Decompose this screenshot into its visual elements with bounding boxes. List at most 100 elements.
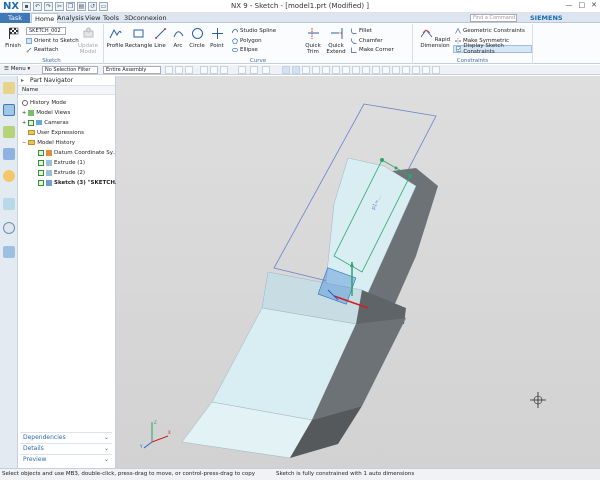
face-snap-icon[interactable] bbox=[412, 66, 420, 74]
sketch-midpoint[interactable] bbox=[394, 166, 398, 170]
chamfer-button[interactable]: Chamfer bbox=[351, 37, 383, 45]
geometric-constraints-button[interactable]: Geometric Constraints bbox=[455, 27, 525, 35]
perpendicular-snap-icon[interactable] bbox=[372, 66, 380, 74]
constraint-navigator-icon[interactable] bbox=[3, 126, 15, 138]
menu-button[interactable]: ☰ Menu ▾ bbox=[4, 66, 30, 72]
orient-to-sketch-button[interactable]: Orient to Sketch bbox=[26, 37, 79, 45]
redo-icon[interactable]: ↷ bbox=[44, 2, 53, 11]
minimize-icon[interactable]: — bbox=[566, 1, 573, 9]
maximize-icon[interactable]: □ bbox=[579, 1, 586, 9]
snap-mid-icon[interactable] bbox=[220, 66, 228, 74]
column-header-name[interactable]: Name bbox=[18, 86, 115, 95]
nav-sketch-3[interactable]: Sketch (3) "SKETCH... bbox=[38, 178, 121, 187]
fillet-button[interactable]: Fillet bbox=[351, 27, 372, 35]
sketch-vertex[interactable] bbox=[380, 158, 384, 162]
checkbox-icon[interactable] bbox=[28, 119, 35, 126]
zoom-icon[interactable] bbox=[250, 66, 258, 74]
update-model-button[interactable]: Update Model bbox=[76, 27, 100, 55]
curve-snap-icon[interactable] bbox=[292, 66, 300, 74]
nav-model-views[interactable]: + Model Views bbox=[22, 108, 70, 117]
sketch-name-select[interactable]: SKETCH_002 bbox=[26, 27, 66, 35]
existing-point-icon[interactable] bbox=[352, 66, 360, 74]
sketch-vertex[interactable] bbox=[408, 174, 412, 178]
collapse-icon[interactable]: − bbox=[22, 140, 26, 146]
nav-extrude-1[interactable]: Extrude (1) bbox=[38, 158, 85, 167]
center-snap-icon[interactable] bbox=[322, 66, 330, 74]
rectangle-button[interactable]: Rectangle bbox=[125, 27, 152, 49]
finish-button[interactable]: Finish bbox=[3, 27, 23, 49]
angle-snap-icon[interactable] bbox=[382, 66, 390, 74]
find-command-input[interactable]: Find a Command bbox=[470, 14, 517, 22]
repeat-icon[interactable]: ↺ bbox=[88, 2, 97, 11]
nav-model-history[interactable]: − Model History bbox=[22, 138, 75, 147]
roles-icon[interactable] bbox=[3, 246, 15, 258]
details-section[interactable]: Details ⌄ bbox=[20, 443, 112, 453]
close-icon[interactable]: ✕ bbox=[591, 1, 597, 9]
assembly-navigator-icon[interactable] bbox=[3, 104, 15, 116]
nav-cameras[interactable]: + Cameras bbox=[22, 118, 69, 127]
checkbox-icon[interactable] bbox=[38, 169, 44, 176]
nav-user-expressions[interactable]: User Expressions bbox=[28, 128, 84, 137]
point-snap-icon[interactable] bbox=[302, 66, 310, 74]
save-icon[interactable]: ▪ bbox=[22, 2, 31, 11]
tangent-snap-icon[interactable] bbox=[362, 66, 370, 74]
studio-spline-button[interactable]: Studio Spline bbox=[232, 27, 276, 35]
arc-center-icon[interactable] bbox=[402, 66, 410, 74]
graphics-window[interactable]: p1=... Z X Y bbox=[116, 76, 600, 468]
dependencies-section[interactable]: Dependencies ⌄ bbox=[20, 432, 112, 442]
copy-icon[interactable]: ❐ bbox=[66, 2, 75, 11]
rapid-dimension-button[interactable]: Rapid Dimension bbox=[419, 27, 451, 49]
checkbox-icon[interactable] bbox=[38, 159, 44, 166]
paste-icon[interactable]: ▤ bbox=[77, 2, 86, 11]
display-sketch-constraints-button[interactable]: Display Sketch Constraints bbox=[453, 43, 532, 55]
assembly-scope-select[interactable]: Entire Assembly bbox=[103, 66, 161, 74]
arc-button[interactable]: Arc bbox=[170, 27, 186, 49]
snap-end-icon[interactable] bbox=[210, 66, 218, 74]
history-icon[interactable] bbox=[3, 222, 15, 234]
web-browser-icon[interactable] bbox=[3, 198, 15, 210]
circle-button[interactable]: Circle bbox=[188, 27, 206, 49]
box-select-icon[interactable] bbox=[185, 66, 193, 74]
bounded-grid-icon[interactable] bbox=[422, 66, 430, 74]
ellipse-button[interactable]: Ellipse bbox=[232, 46, 258, 54]
nav-datum-csys[interactable]: Datum Coordinate Sy... bbox=[38, 148, 117, 157]
undo-icon[interactable]: ↶ bbox=[33, 2, 42, 11]
quick-extend-button[interactable]: Quick Extend bbox=[324, 27, 348, 55]
reuse-library-icon[interactable] bbox=[3, 148, 15, 160]
checkbox-icon[interactable] bbox=[38, 149, 44, 156]
nav-history-mode[interactable]: History Mode bbox=[22, 98, 66, 107]
quick-trim-button[interactable]: Quick Trim bbox=[302, 27, 324, 55]
preview-section[interactable]: Preview ⌄ bbox=[20, 454, 112, 464]
fit-view-icon[interactable] bbox=[238, 66, 246, 74]
profile-button[interactable]: Profile bbox=[106, 27, 124, 49]
part-navigator-icon[interactable] bbox=[3, 82, 15, 94]
window-icon[interactable]: ▭ bbox=[99, 2, 108, 11]
checkbox-icon[interactable] bbox=[38, 179, 44, 186]
point-button[interactable]: Point bbox=[208, 27, 226, 49]
grid-snap-icon[interactable] bbox=[392, 66, 400, 74]
midpoint-snap-icon[interactable] bbox=[312, 66, 320, 74]
on-curve-icon[interactable] bbox=[432, 66, 440, 74]
line-snap-icon[interactable] bbox=[282, 66, 290, 74]
cut-icon[interactable]: ✂ bbox=[55, 2, 64, 11]
polygon-button[interactable]: Polygon bbox=[232, 37, 262, 45]
model-view[interactable]: p1=... Z X Y bbox=[116, 76, 600, 468]
expand-icon[interactable]: + bbox=[22, 120, 26, 126]
make-corner-button[interactable]: Make Corner bbox=[351, 46, 394, 54]
hd3d-icon[interactable] bbox=[3, 170, 15, 182]
tab-3dconnexion[interactable]: 3Dconnexion bbox=[121, 13, 170, 23]
tab-tools[interactable]: Tools bbox=[100, 13, 122, 23]
intersect-snap-icon[interactable] bbox=[342, 66, 350, 74]
pin-icon[interactable]: ▸ bbox=[21, 76, 24, 86]
nav-extrude-2[interactable]: Extrude (2) bbox=[38, 168, 85, 177]
tab-task[interactable]: Task bbox=[0, 13, 30, 23]
line-button[interactable]: Line bbox=[152, 27, 168, 49]
expand-icon[interactable]: + bbox=[22, 110, 26, 116]
snap-icon[interactable] bbox=[200, 66, 208, 74]
selection-filter-select[interactable]: No Selection Filter bbox=[42, 66, 98, 74]
quadrant-snap-icon[interactable] bbox=[332, 66, 340, 74]
reattach-button[interactable]: Reattach bbox=[26, 46, 59, 54]
rotate-icon[interactable] bbox=[262, 66, 270, 74]
filter-icon[interactable] bbox=[175, 66, 183, 74]
select-icon[interactable] bbox=[165, 66, 173, 74]
